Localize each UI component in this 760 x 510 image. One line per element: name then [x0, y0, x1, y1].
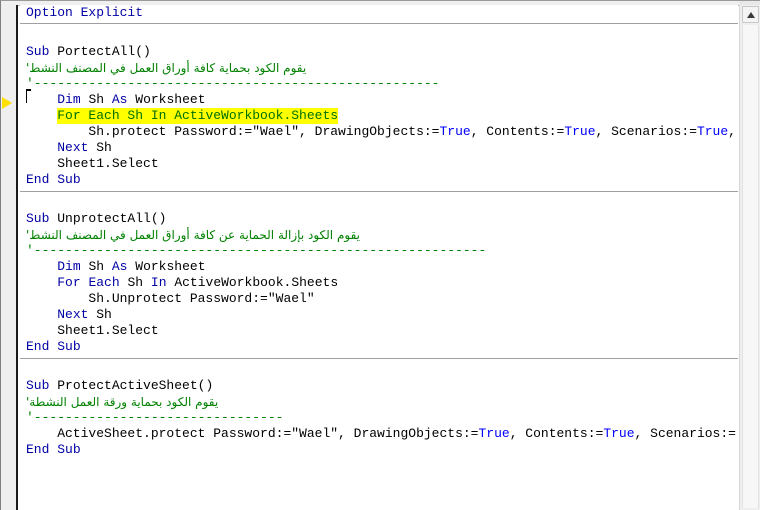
sh-protect-mid2: , Scenarios:= [595, 124, 697, 139]
code-line-sheet1-select-1: Sheet1.Select [20, 156, 738, 172]
sh-protect-mid1: , Contents:= [470, 124, 565, 139]
code-line-comment-arabic-1: يقوم الكود بحماية كافة أوراق العمل في ال… [20, 60, 738, 76]
var-sh-2: Sh [88, 259, 105, 274]
procedure-name-1: PortectAll() [57, 44, 151, 59]
code-line-comment-rule-2: '---------------------------------------… [20, 243, 738, 259]
comment-rule-2: '---------------------------------------… [26, 243, 487, 258]
keyword-endsub-1: Sub [57, 172, 81, 187]
keyword-in-2: In [150, 275, 167, 290]
literal-true-1a: True [439, 124, 471, 139]
code-line-sub-protectactivesheet: Sub ProtectActiveSheet() [20, 378, 738, 394]
keyword-dim-1: Dim [57, 92, 81, 107]
code-line-comment-rule-3: '-------------------------------- [20, 410, 738, 426]
keyword-next-1: Next [57, 140, 89, 155]
keyword-each-2: Each [88, 275, 120, 290]
text-caret [26, 89, 31, 103]
keyword-end-1: End [26, 172, 50, 187]
keyword-explicit: Explicit [80, 5, 144, 20]
procedure-separator-0 [20, 23, 738, 24]
sh-protect-tail: , [728, 124, 736, 139]
next-var-2: Sh [88, 307, 112, 322]
arabic-comment-3: يقوم الكود بحماية ورقة العمل النشطة' [26, 395, 219, 409]
code-line-dim-2: Dim Sh As Worksheet [20, 259, 738, 275]
keyword-as-2: As [111, 259, 128, 274]
current-statement-arrow-icon [2, 97, 12, 109]
loop-var-2: Sh [127, 275, 144, 290]
procedure-name-3: ProtectActiveSheet() [57, 378, 214, 393]
keyword-sub-2: Sub [26, 211, 50, 226]
code-line-comment-rule-1: '---------------------------------------… [20, 76, 738, 92]
keyword-dim-2: Dim [57, 259, 81, 274]
procedure-separator-2 [20, 358, 738, 359]
active-protect-head: ActiveSheet.protect Password:="Wael", Dr… [26, 426, 479, 441]
code-line-comment-arabic-2: يقوم الكود بإزالة الحماية عن كافة أوراق … [20, 227, 738, 243]
code-line-foreach-highlighted: For Each Sh In ActiveWorkbook.Sheets [20, 108, 738, 124]
procedure-name-2: UnprotectAll() [57, 211, 167, 226]
scroll-up-button[interactable] [742, 6, 759, 23]
code-line-comment-arabic-3: يقوم الكود بحماية ورقة العمل النشطة' [20, 394, 738, 410]
triangle-up-icon [747, 12, 755, 18]
sheet1-select-1: Sheet1.Select [57, 156, 159, 171]
keyword-sub-3: Sub [26, 378, 50, 393]
comment-rule-1: '---------------------------------------… [26, 76, 440, 91]
keyword-as-1: As [111, 92, 128, 107]
active-protect-tail: , Scenarios:= [634, 426, 736, 441]
vba-code-editor-window: Option Explicit Sub PortectAll() يقوم ال… [0, 0, 760, 510]
code-line-foreach-2: For Each Sh In ActiveWorkbook.Sheets [20, 275, 738, 291]
code-line-sub-portectall: Sub PortectAll() [20, 44, 738, 60]
keyword-sub-1: Sub [26, 44, 50, 59]
sh-unprotect-stmt: Sh.Unprotect Password:="Wael" [26, 291, 315, 306]
literal-true-1b: True [564, 124, 596, 139]
sh-protect-head: Sh.protect Password:="Wael", DrawingObje… [26, 124, 440, 139]
sheet1-select-2: Sheet1.Select [57, 323, 159, 338]
keyword-endsub-3: Sub [57, 442, 81, 457]
code-line-sheet1-select-2: Sheet1.Select [20, 323, 738, 339]
arabic-comment-2: يقوم الكود بإزالة الحماية عن كافة أوراق … [26, 228, 360, 242]
keyword-option: Option [26, 5, 73, 20]
procedure-separator-1 [20, 191, 738, 192]
code-line-option-explicit: Option Explicit [20, 5, 738, 21]
literal-true-3b: True [603, 426, 635, 441]
scrollbar-track[interactable] [742, 25, 759, 508]
keyword-next-2: Next [57, 307, 89, 322]
keyword-endsub-2: Sub [57, 339, 81, 354]
code-line-activesheet-protect: ActiveSheet.protect Password:="Wael", Dr… [20, 426, 738, 442]
arabic-comment-1: يقوم الكود بحماية كافة أوراق العمل في ال… [26, 61, 307, 75]
code-line-sub-unprotectall: Sub UnprotectAll() [20, 211, 738, 227]
code-line-sh-unprotect: Sh.Unprotect Password:="Wael" [20, 291, 738, 307]
active-protect-mid1: , Contents:= [509, 426, 604, 441]
keyword-end-2: End [26, 339, 50, 354]
type-worksheet-1: Worksheet [135, 92, 206, 107]
literal-true-3a: True [478, 426, 510, 441]
comment-rule-3: '-------------------------------- [26, 410, 284, 425]
next-var-1: Sh [88, 140, 112, 155]
literal-true-1c: True [696, 124, 729, 139]
collection-2: ActiveWorkbook.Sheets [174, 275, 339, 290]
type-worksheet-2: Worksheet [135, 259, 206, 274]
keyword-for-2: For [57, 275, 81, 290]
margin-indicator-bar[interactable] [1, 5, 18, 510]
var-sh-1: Sh [88, 92, 105, 107]
code-line-next-sh-2: Next Sh [20, 307, 738, 323]
vertical-scrollbar[interactable] [739, 5, 760, 510]
code-line-sh-protect: Sh.protect Password:="Wael", DrawingObje… [20, 124, 738, 140]
code-line-end-sub-1: End Sub [20, 172, 738, 188]
code-line-next-sh-1: Next Sh [20, 140, 738, 156]
keyword-end-3: End [26, 442, 50, 457]
highlighted-statement: For Each Sh In ActiveWorkbook.Sheets [57, 108, 339, 124]
code-line-dim-1: Dim Sh As Worksheet [20, 92, 738, 108]
code-line-end-sub-3: End Sub [20, 442, 738, 458]
code-line-end-sub-2: End Sub [20, 339, 738, 355]
code-text-area[interactable]: Option Explicit Sub PortectAll() يقوم ال… [20, 5, 738, 510]
